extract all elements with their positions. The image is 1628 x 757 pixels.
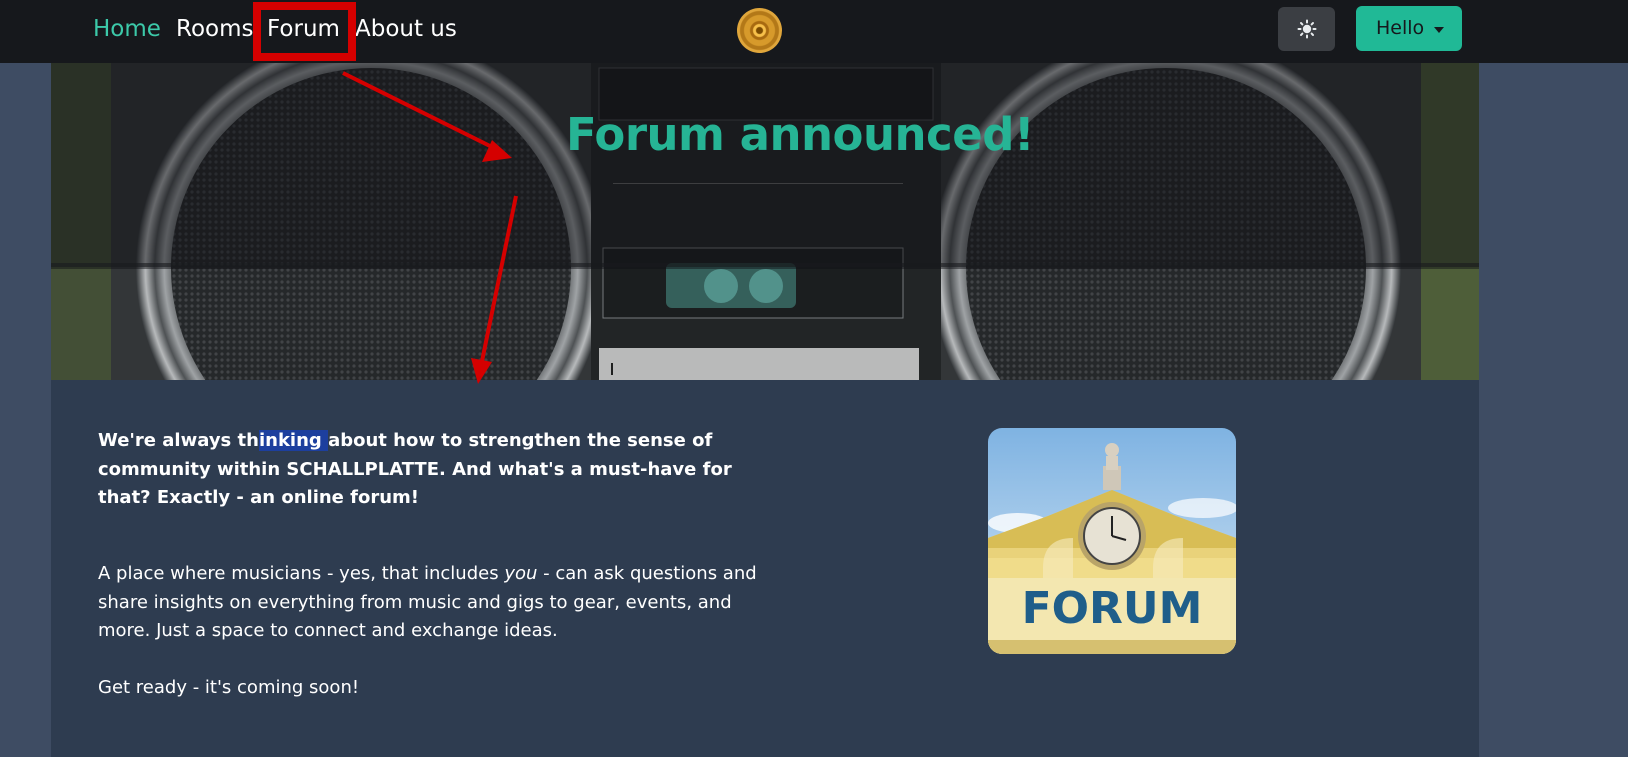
body-paragraph: A place where musicians - yes, that incl… (98, 560, 778, 646)
forum-sign-text: FORUM (1022, 583, 1203, 634)
selected-text: inking (258, 430, 329, 451)
coming-soon-text: Get ready - it's coming soon! (98, 677, 360, 698)
nav-link-home[interactable]: Home (93, 12, 161, 46)
top-navbar: Home Rooms Forum About us Hello (0, 0, 1628, 63)
main-container: Forum announced! We're always thinking a… (51, 63, 1479, 757)
theme-toggle-button[interactable] (1278, 7, 1335, 51)
lead-text-start: We're always th (98, 430, 259, 451)
chevron-down-icon (1434, 27, 1444, 33)
vinyl-record-icon[interactable] (737, 8, 782, 53)
nav-link-about-us[interactable]: About us (355, 12, 457, 46)
forum-annotation-box (253, 2, 356, 61)
forum-building-image: FORUM (988, 428, 1236, 654)
lead-paragraph: We're always thinking about how to stren… (98, 427, 738, 513)
hero-banner: Forum announced! (51, 63, 1479, 380)
hero-title: Forum announced! (566, 108, 1034, 161)
sun-icon (1297, 19, 1316, 39)
user-menu-button[interactable]: Hello (1356, 6, 1462, 51)
nav-link-rooms[interactable]: Rooms (176, 12, 253, 46)
body-text-start: A place where musicians - yes, that incl… (98, 563, 505, 584)
body-emphasis: you (504, 563, 538, 584)
user-menu-label: Hello (1376, 17, 1425, 39)
